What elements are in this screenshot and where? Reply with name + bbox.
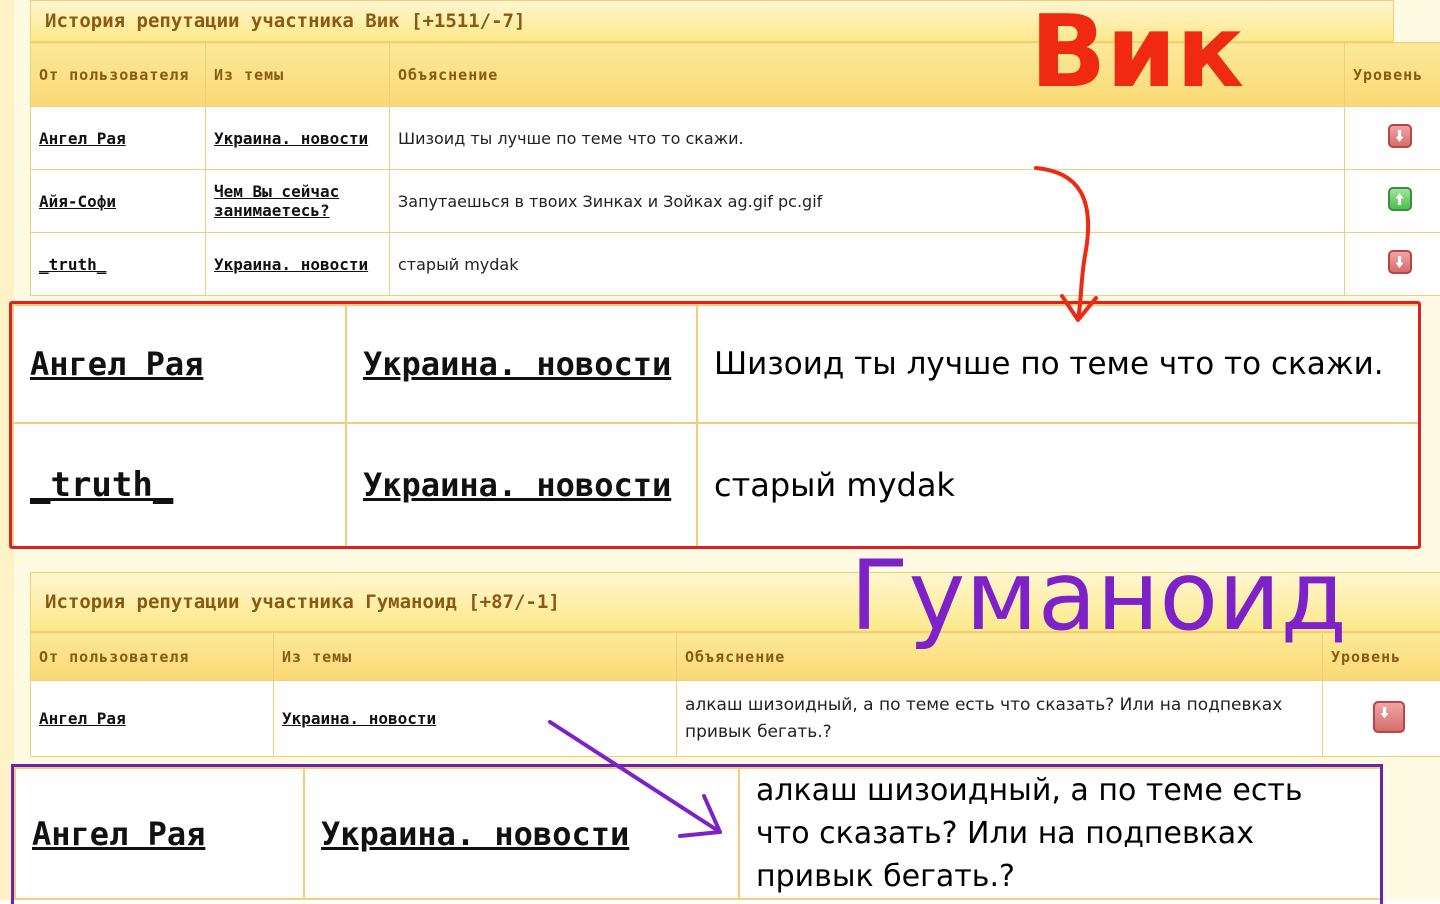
topic-link[interactable]: Украина. новости bbox=[321, 815, 629, 853]
zoomed-rows-vik: Ангел Рая Украина. новости Шизоид ты луч… bbox=[12, 304, 1420, 548]
column-header-level: Уровень bbox=[1345, 43, 1440, 107]
user-link[interactable]: Ангел Рая bbox=[30, 345, 203, 383]
vik-overlay-label: Вик bbox=[1030, 2, 1244, 102]
explanation-text: Запутаешься в твоих Зинках и Зойках ag.g… bbox=[390, 170, 1345, 233]
explanation-text: алкаш шизоидный, а по теме есть что сказ… bbox=[677, 681, 1323, 757]
user-link[interactable]: _truth_ bbox=[30, 465, 173, 505]
user-link[interactable]: _truth_ bbox=[39, 255, 106, 274]
reputation-down-icon bbox=[1388, 124, 1412, 148]
zoomed-rows-gumanoid: Ангел Рая Украина. новости алкаш шизоидн… bbox=[14, 767, 1382, 900]
user-link[interactable]: Ангел Рая bbox=[32, 815, 205, 853]
reputation-up-icon bbox=[1388, 187, 1412, 211]
user-link[interactable]: Ангел Рая bbox=[39, 709, 126, 728]
column-header-topic: Из темы bbox=[274, 633, 677, 681]
table-row: Айя-Софи Чем Вы сейчас занимаетесь? Запу… bbox=[31, 170, 1440, 233]
explanation-text: старый mydak bbox=[390, 233, 1345, 296]
zoomed-row: Ангел Рая Украина. новости Шизоид ты луч… bbox=[13, 305, 1419, 423]
explanation-text: старый mydak bbox=[697, 423, 1419, 547]
table-row: _truth_ Украина. новости старый mydak bbox=[31, 233, 1440, 296]
user-link[interactable]: Ангел Рая bbox=[39, 129, 126, 148]
topic-link[interactable]: Украина. новости bbox=[363, 345, 671, 383]
topic-link[interactable]: Украина. новости bbox=[214, 255, 368, 274]
zoomed-row: Ангел Рая Украина. новости алкаш шизоидн… bbox=[15, 768, 1381, 899]
gumanoid-overlay-label: Гуманоид bbox=[850, 548, 1347, 644]
table-row: Ангел Рая Украина. новости Шизоид ты луч… bbox=[31, 107, 1440, 170]
explanation-text: Шизоид ты лучше по теме что то скажи. bbox=[390, 107, 1345, 170]
topic-link[interactable]: Украина. новости bbox=[214, 129, 368, 148]
column-header-user: От пользователя bbox=[31, 633, 274, 681]
table-row: Ангел Рая Украина. новости алкаш шизоидн… bbox=[31, 681, 1440, 757]
reputation-down-icon bbox=[1388, 250, 1412, 274]
topic-link[interactable]: Украина. новости bbox=[363, 466, 671, 504]
topic-link[interactable]: Чем Вы сейчас занимаетесь? bbox=[214, 182, 339, 220]
zoomed-row: _truth_ Украина. новости старый mydak bbox=[13, 423, 1419, 547]
column-header-user: От пользователя bbox=[31, 43, 206, 107]
topic-link[interactable]: Украина. новости bbox=[282, 709, 436, 728]
reputation-down-icon bbox=[1373, 701, 1405, 733]
explanation-text: Шизоид ты лучше по теме что то скажи. bbox=[697, 305, 1419, 423]
explanation-text: алкаш шизоидный, а по теме есть что сказ… bbox=[739, 768, 1381, 899]
user-link[interactable]: Айя-Софи bbox=[39, 192, 116, 211]
column-header-topic: Из темы bbox=[206, 43, 390, 107]
